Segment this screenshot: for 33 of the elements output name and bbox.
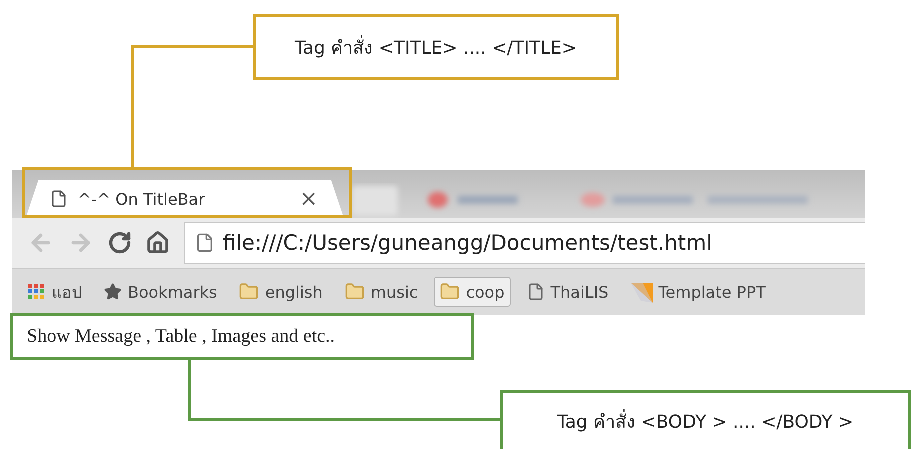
tab-title: ^-^ On TitleBar [78,190,206,208]
bookmark-label: แอป [52,282,82,304]
address-text: file:///C:/Users/guneangg/Documents/test.html [223,231,712,255]
close-button[interactable]: × [300,186,318,212]
bookmark-label: Template PPT [658,282,766,302]
callout-text: Tag คำสั่ง <TITLE> .... </TITLE> [294,34,578,60]
bookmark-label: english [265,282,323,302]
page-icon [50,190,68,208]
slide-file-icon [630,281,653,303]
bookmark-item[interactable]: music [338,277,424,307]
bookmark-item[interactable]: ThaiLIS [520,278,615,306]
folder-icon [440,282,460,302]
bookmark-label: Bookmarks [128,282,218,302]
bookmark-item[interactable]: Template PPT [624,276,772,308]
callout-text: Tag คำสั่ง <BODY > .... </BODY > [557,408,854,434]
apps-grid-icon [28,284,46,300]
bookmark-item[interactable]: Bookmarks [98,278,224,306]
bookmark-item[interactable]: แอป [22,274,88,310]
bookmark-item[interactable]: coop [434,277,511,307]
folder-icon [239,282,260,302]
page-icon [526,283,545,301]
star-icon [104,283,122,301]
reload-button[interactable] [108,231,132,255]
address-field[interactable]: file:///C:/Users/guneangg/Documents/test.html [184,222,865,264]
bookmark-item[interactable]: english [233,277,329,307]
bookmark-label: music [370,282,418,302]
home-button[interactable] [146,231,170,255]
folder-icon [344,282,365,302]
bookmark-label: ThaiLIS [550,282,609,302]
page-icon [195,233,215,253]
bookmark-label: coop [466,282,505,302]
browser-tab[interactable]: ^-^ On TitleBar × [26,180,344,218]
page-body-text: Show Message , Table , Images and etc.. [10,313,474,360]
